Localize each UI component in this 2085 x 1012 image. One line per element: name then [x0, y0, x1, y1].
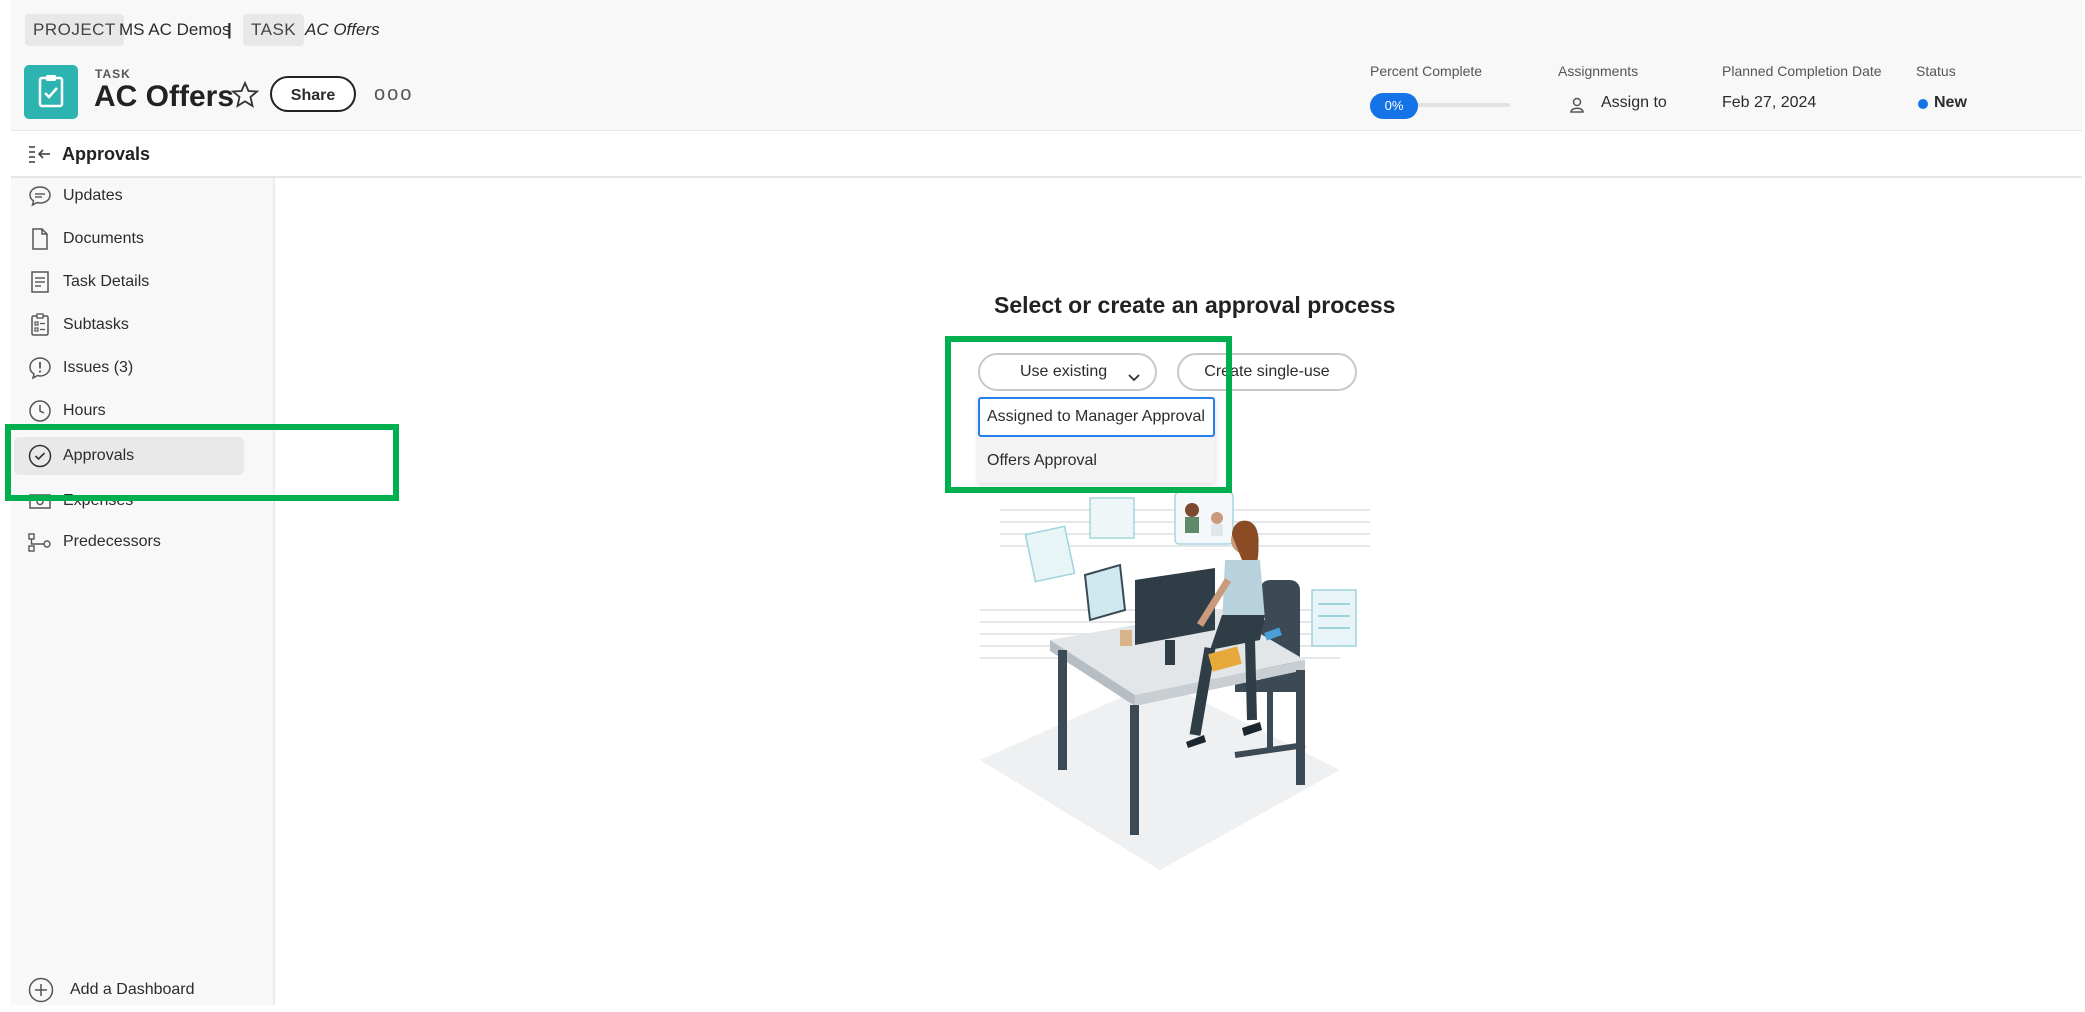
approvals-highlight-box — [5, 424, 399, 501]
speech-bubble-icon — [28, 184, 52, 208]
sidebar-item-task-details[interactable]: Task Details — [14, 265, 244, 299]
dropdown-highlight-box — [945, 336, 1232, 493]
sidebar-item-label: Subtasks — [63, 316, 129, 333]
sidebar-item-label: Issues (3) — [63, 359, 134, 376]
status-label: Status — [1916, 63, 1956, 79]
sidebar-item-documents[interactable]: Documents — [14, 222, 244, 256]
person-at-desk-illustration — [960, 480, 1380, 870]
clipboard-check-icon — [24, 65, 78, 119]
person-icon — [1568, 96, 1586, 114]
breadcrumb-task-name: AC Offers — [305, 20, 380, 39]
breadcrumb-separator: | — [227, 20, 232, 39]
subtasks-icon — [28, 313, 52, 337]
breadcrumb-project-tag: PROJECT — [25, 14, 124, 46]
section-title: Approvals — [62, 144, 151, 164]
planned-completion-date[interactable]: Feb 27, 2024 — [1722, 94, 1816, 112]
planned-completion-label: Planned Completion Date — [1722, 63, 1882, 79]
status-dot-icon — [1918, 99, 1928, 109]
sidebar-item-predecessors[interactable]: Predecessors — [14, 525, 244, 559]
plus-circle-icon — [28, 977, 54, 1003]
breadcrumb-project-link[interactable]: MS AC Demos — [119, 14, 230, 46]
sidebar-item-updates[interactable]: Updates — [14, 179, 244, 213]
task-eyebrow: TASK — [95, 67, 131, 81]
issue-icon — [28, 356, 52, 380]
task-title: AC Offers — [94, 80, 235, 113]
sidebar-item-label: Task Details — [63, 273, 150, 290]
status-value[interactable]: New — [1934, 94, 1967, 112]
star-icon[interactable] — [230, 80, 260, 110]
assignments-label: Assignments — [1558, 63, 1639, 79]
sidebar-item-issues[interactable]: Issues (3) — [14, 351, 244, 385]
section-bar — [11, 131, 2082, 178]
breadcrumb-task-tag: TASK — [243, 14, 305, 46]
sidebar-item-label: Documents — [63, 230, 144, 247]
details-icon — [28, 270, 52, 294]
more-options-icon[interactable]: ooo — [374, 83, 413, 106]
sidebar-item-label: Predecessors — [63, 533, 161, 550]
sidebar-item-label: Updates — [63, 187, 123, 204]
sidebar-item-label: Hours — [63, 402, 106, 419]
approval-prompt-title: Select or create an approval process — [994, 292, 1396, 318]
percent-complete-label: Percent Complete — [1370, 63, 1483, 79]
percent-complete-value[interactable]: 0% — [1370, 93, 1418, 119]
clock-icon — [28, 399, 52, 423]
document-icon — [28, 227, 52, 251]
collapse-sidebar-icon[interactable] — [28, 144, 52, 164]
share-button[interactable]: Share — [270, 76, 356, 112]
predecessor-icon — [28, 530, 52, 554]
add-dashboard-label: Add a Dashboard — [70, 981, 195, 998]
sidebar — [11, 178, 275, 1005]
assign-to-button[interactable]: Assign to — [1601, 94, 1667, 112]
sidebar-item-subtasks[interactable]: Subtasks — [14, 308, 244, 342]
sidebar-item-hours[interactable]: Hours — [14, 394, 244, 428]
